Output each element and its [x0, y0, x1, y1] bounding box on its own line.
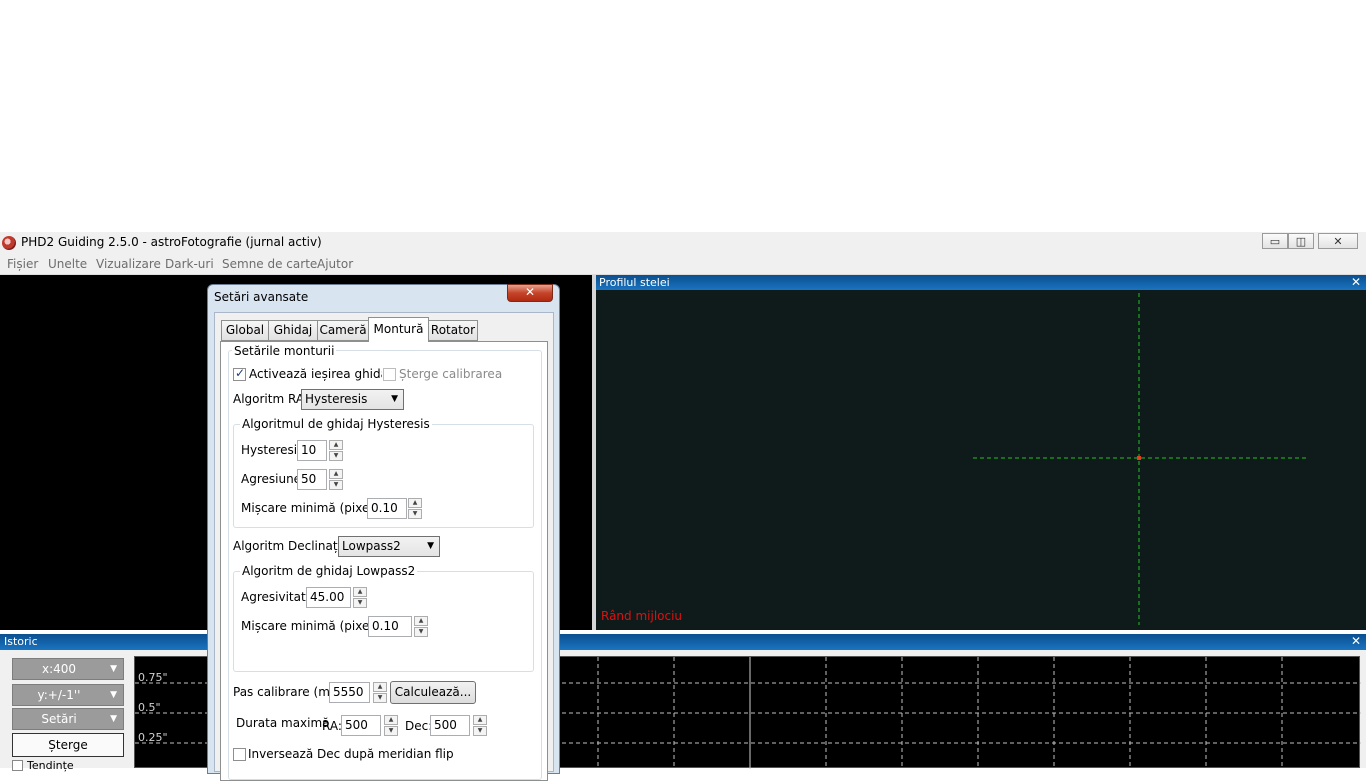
- aggression-input[interactable]: 50: [297, 469, 327, 490]
- enable-guide-output-checkbox[interactable]: [233, 366, 246, 381]
- aggression-label: Agresiune:: [241, 472, 306, 486]
- history-y-label: 0.25": [138, 731, 168, 744]
- dec-duration-label: Dec:: [405, 719, 433, 733]
- calibration-step-input[interactable]: 5550: [329, 682, 370, 703]
- trends-checkbox[interactable]: [12, 760, 23, 771]
- chevron-down-icon: ▼: [391, 394, 398, 404]
- hysteresis-spinner[interactable]: ▲ ▼: [329, 440, 343, 461]
- trends-label: Tendințe: [27, 759, 74, 772]
- history-y-label: 0.5": [138, 701, 161, 714]
- star-profile-mode-label[interactable]: Rând mijlociu: [601, 609, 682, 623]
- chevron-down-icon: ▼: [427, 541, 434, 551]
- menu-bar: Fișier Unelte Vizualizare Dark-uri Semne…: [0, 254, 1366, 275]
- hysteresis-input[interactable]: 10: [297, 440, 327, 461]
- menu-tools[interactable]: Unelte: [48, 257, 87, 271]
- ra-algorithm-select[interactable]: Hysteresis ▼: [301, 389, 404, 410]
- menu-file[interactable]: Fișier: [7, 257, 38, 271]
- aggression-spinner[interactable]: ▲ ▼: [329, 469, 343, 490]
- history-settings-dropdown[interactable]: Setări ▼: [12, 708, 124, 730]
- star-profile-pane: [596, 275, 1366, 630]
- tab-global[interactable]: Global: [221, 320, 269, 341]
- star-profile-close-icon[interactable]: ✕: [1351, 275, 1361, 289]
- ra-algorithm-value: Hysteresis: [305, 392, 368, 406]
- window-title: PHD2 Guiding 2.5.0 - astroFotografie (ju…: [21, 235, 322, 249]
- ra-algorithm-label: Algoritm RA:: [233, 392, 308, 406]
- tab-guiding[interactable]: Ghidaj: [268, 320, 318, 341]
- aggressiveness-spinner[interactable]: ▲ ▼: [353, 587, 367, 608]
- min-move-spinner[interactable]: ▲ ▼: [408, 498, 422, 519]
- menu-view[interactable]: Vizualizare: [96, 257, 161, 271]
- minimize-button[interactable]: ▭: [1262, 233, 1288, 249]
- tab-rotator[interactable]: Rotator: [428, 320, 478, 341]
- reverse-dec-label: Inversează Dec după meridian flip: [248, 747, 454, 761]
- history-title: Istoric: [4, 635, 38, 648]
- aggressiveness-input[interactable]: 45.00: [306, 587, 351, 608]
- dec-algorithm-select[interactable]: Lowpass2 ▼: [338, 536, 440, 557]
- maximize-button[interactable]: ◫: [1288, 233, 1314, 249]
- min-move2-input[interactable]: 0.10: [368, 616, 412, 637]
- min-move2-spinner[interactable]: ▲ ▼: [414, 616, 428, 637]
- history-x-scale-dropdown[interactable]: x:400 ▼: [12, 658, 124, 680]
- enable-guide-output-label: Activează ieșirea ghidajului: [249, 367, 382, 381]
- history-x-scale-label: x:400: [41, 662, 77, 676]
- history-y-label: 0.75": [138, 671, 168, 684]
- dec-duration-spinner[interactable]: ▲ ▼: [473, 715, 487, 736]
- star-profile-title: Profilul stelei: [599, 276, 670, 289]
- phd2-app-icon: [2, 236, 16, 250]
- ra-duration-spinner[interactable]: ▲ ▼: [384, 715, 398, 736]
- chevron-down-icon: ▼: [110, 664, 117, 674]
- min-move2-label: Mișcare minimă (pixeli):: [241, 619, 385, 633]
- close-window-button[interactable]: ✕: [1318, 233, 1358, 249]
- ra-duration-label: RA:: [322, 719, 342, 733]
- hysteresis-group-title: Algoritmul de ghidaj Hysteresis: [240, 417, 432, 431]
- star-profile-header: Profilul stelei ✕: [596, 275, 1366, 290]
- dec-algorithm-value: Lowpass2: [342, 539, 401, 553]
- clear-calibration-label: Șterge calibrarea: [399, 367, 503, 381]
- menu-bookmarks[interactable]: Semne de carte: [222, 257, 317, 271]
- calculate-button[interactable]: Calculează...: [390, 681, 476, 704]
- ra-duration-input[interactable]: 500: [341, 715, 381, 736]
- min-move-input[interactable]: 0.10: [367, 498, 407, 519]
- history-clear-button[interactable]: Șterge: [12, 733, 124, 757]
- menu-darks[interactable]: Dark-uri: [165, 257, 214, 271]
- calibration-step-spinner[interactable]: ▲ ▼: [373, 682, 387, 703]
- mount-settings-group-title: Setările monturii: [232, 344, 337, 358]
- dec-algorithm-label: Algoritm Declinație:: [233, 539, 353, 553]
- star-profile-crosshair: [973, 293, 1306, 625]
- history-close-icon[interactable]: ✕: [1351, 634, 1361, 648]
- reverse-dec-checkbox[interactable]: [233, 748, 246, 761]
- chevron-down-icon: ▼: [110, 714, 117, 724]
- lowpass2-group-title: Algoritm de ghidaj Lowpass2: [240, 564, 418, 578]
- tab-camera[interactable]: Cameră: [317, 320, 369, 341]
- dialog-title: Setări avansate: [214, 290, 309, 304]
- history-header: Istoric ✕: [0, 634, 1366, 650]
- dec-duration-input[interactable]: 500: [430, 715, 470, 736]
- chevron-down-icon: ▼: [110, 690, 117, 700]
- max-duration-label: Durata maximă: [236, 716, 330, 730]
- clear-calibration-checkbox[interactable]: [383, 368, 396, 381]
- history-settings-label: Setări: [41, 712, 77, 726]
- min-move-label: Mișcare minimă (pixeli):: [241, 501, 385, 515]
- history-y-scale-dropdown[interactable]: y:+/-1'' ▼: [12, 684, 124, 706]
- star-centroid-marker: [1137, 456, 1141, 460]
- dialog-close-button[interactable]: ✕: [507, 284, 553, 302]
- menu-help[interactable]: Ajutor: [317, 257, 353, 271]
- history-y-scale-label: y:+/-1'': [37, 688, 81, 702]
- tab-mount[interactable]: Montură: [368, 317, 429, 342]
